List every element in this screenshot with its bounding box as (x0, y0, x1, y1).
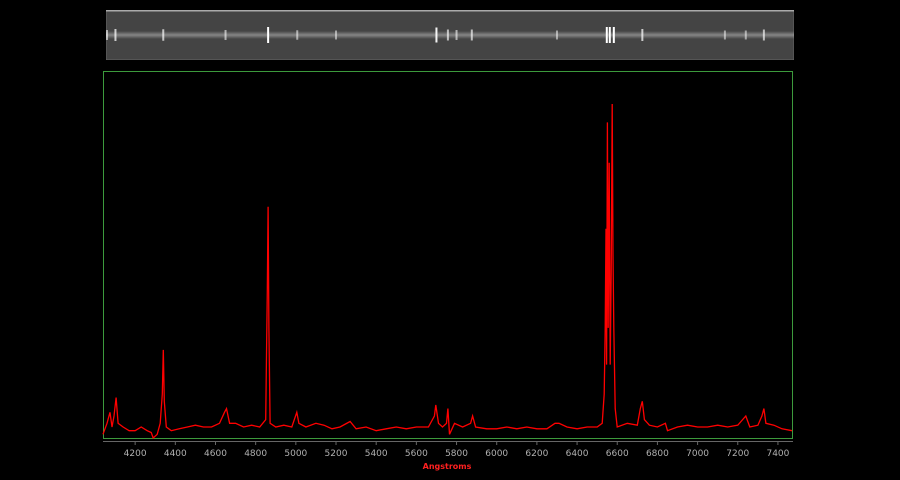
plot-frame (103, 71, 793, 439)
x-axis: 4200 4400 4600 4800 5000 5200 5400 5600 5800 6000… (103, 441, 793, 459)
x-tick-label: 5600 (405, 449, 428, 459)
x-tick-label: 4800 (244, 449, 267, 459)
x-tick-label: 6800 (646, 449, 669, 459)
x-tick-label: 6000 (485, 449, 508, 459)
x-tick-label: 4200 (124, 449, 147, 459)
x-tick-label: 7000 (686, 449, 709, 459)
x-tick-label: 6400 (566, 449, 589, 459)
x-tick-label: 5200 (325, 449, 348, 459)
spectrum-line (102, 103, 793, 440)
x-tick-label: 5000 (284, 449, 307, 459)
spectrum-chart: 4200 4400 4600 4800 5000 5200 5400 5600 5800 6000… (102, 71, 793, 471)
x-tick-label: 7400 (766, 449, 789, 459)
x-tick-label: 4600 (204, 449, 227, 459)
x-tick-label: 7200 (726, 449, 749, 459)
x-tick-label: 6600 (606, 449, 629, 459)
x-tick-label: 6200 (525, 449, 548, 459)
x-tick-label: 5400 (365, 449, 388, 459)
x-tick-label: 4400 (164, 449, 187, 459)
x-axis-label: Angstroms (423, 462, 472, 471)
x-tick-label: 5800 (445, 449, 468, 459)
